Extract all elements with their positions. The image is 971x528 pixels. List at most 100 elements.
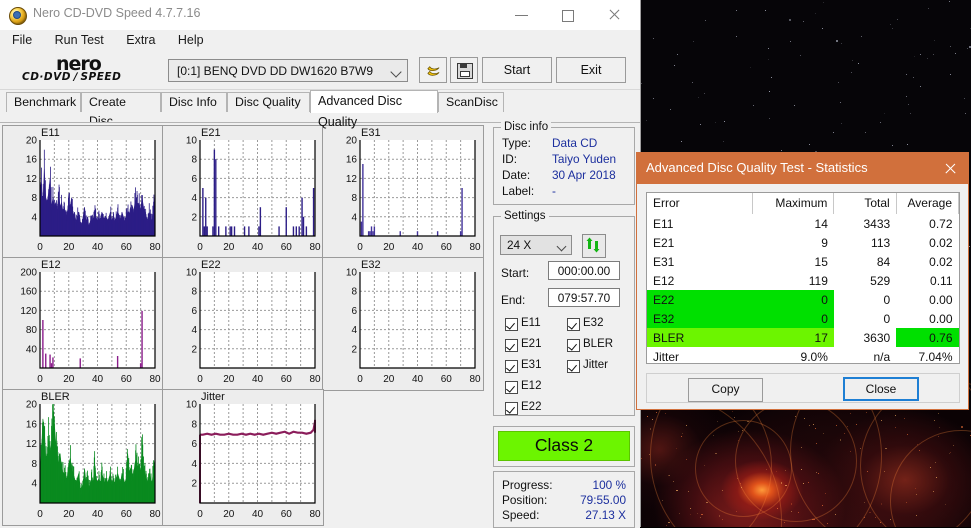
statistics-footer: Copy Close	[646, 373, 960, 403]
nebula-star	[776, 471, 777, 472]
chart-canvas: 246810020406080	[323, 258, 483, 390]
tab-benchmark[interactable]: Benchmark	[6, 92, 81, 112]
maximize-icon[interactable]	[545, 0, 591, 30]
svg-text:16: 16	[26, 155, 38, 166]
window-titlebar: Nero CD-DVD Speed 4.7.7.16	[0, 0, 640, 30]
checkbox-label: E12	[521, 380, 541, 392]
disc-speed-icon-button[interactable]	[419, 57, 447, 83]
nebula-star	[827, 523, 828, 524]
star	[927, 58, 928, 59]
chart-title: Jitter	[201, 391, 225, 403]
star	[965, 113, 966, 114]
disc-id-value: Taiyo Yuden	[552, 152, 616, 166]
cell-maximum: 119	[753, 271, 834, 290]
tab-scandisc[interactable]: ScanDisc	[438, 92, 504, 112]
nebula-star	[907, 434, 908, 435]
menu-item-file[interactable]: File	[8, 30, 41, 49]
svg-text:6: 6	[191, 306, 197, 317]
star	[858, 63, 859, 64]
copy-button[interactable]: Copy	[688, 378, 763, 402]
tab-create-disc[interactable]: Create Disc	[81, 92, 161, 112]
svg-text:8: 8	[191, 419, 197, 430]
disc-date-value: 30 Apr 2018	[552, 168, 616, 182]
refresh-button[interactable]	[582, 234, 606, 258]
svg-text:4: 4	[31, 212, 37, 223]
nebula-star	[935, 462, 936, 463]
settings-group: Settings 24 X Start: 000:00.00 End:	[493, 216, 635, 416]
tab-disc-info[interactable]: Disc Info	[161, 92, 227, 112]
tab-advanced-disc-quality[interactable]: Advanced Disc Quality	[310, 90, 438, 113]
drive-select[interactable]: [0:1] BENQ DVD DD DW1620 B7W9	[168, 59, 408, 82]
nebula-star	[673, 481, 674, 482]
disc-info-group: Disc info Type: Data CD ID: Taiyo Yuden …	[493, 127, 635, 205]
cell-error: E21	[647, 233, 753, 252]
chart-canvas: 48121620020406080	[323, 126, 483, 258]
start-time-input[interactable]: 000:00.00	[548, 261, 620, 280]
disc-id-label: ID:	[502, 152, 517, 166]
disc-label-value: -	[552, 184, 556, 198]
chart-e21: E21246810020406080	[162, 125, 324, 259]
star	[914, 56, 915, 57]
star	[781, 150, 782, 151]
nebula-star	[781, 482, 782, 484]
tab-disc-quality[interactable]: Disc Quality	[227, 92, 310, 112]
nebula-image	[640, 410, 971, 527]
close-icon[interactable]	[932, 153, 968, 184]
menu-item-extra[interactable]: Extra	[122, 30, 164, 49]
svg-text:8: 8	[351, 287, 357, 298]
star	[803, 21, 804, 22]
svg-text:40: 40	[26, 344, 38, 355]
svg-text:60: 60	[121, 509, 133, 520]
logo-line-2: CD·DVD ∕ SPEED	[22, 71, 121, 83]
svg-text:60: 60	[441, 374, 453, 385]
progress-value: 100 %	[593, 478, 626, 492]
cell-average: 0.72	[896, 214, 958, 233]
menu-item-help[interactable]: Help	[174, 30, 213, 49]
disc-speed-icon	[426, 63, 441, 78]
nero-main-window: Nero CD-DVD Speed 4.7.7.16 File Run Test…	[0, 0, 641, 527]
checkbox-box	[505, 360, 518, 373]
save-button[interactable]	[450, 57, 478, 83]
star	[768, 48, 769, 49]
checkbox-label: E31	[521, 359, 541, 371]
nebula-star	[812, 519, 813, 520]
svg-text:4: 4	[191, 325, 197, 336]
star	[913, 77, 914, 78]
chart-canvas: 246810020406080	[163, 390, 323, 525]
star	[815, 13, 816, 14]
star	[653, 98, 654, 99]
cell-average: 0.00	[896, 309, 958, 328]
start-button[interactable]: Start	[482, 57, 552, 83]
nebula-star	[798, 512, 799, 513]
star	[897, 19, 898, 20]
statistics-dialog: Advanced Disc Quality Test - Statistics …	[636, 152, 969, 410]
close-icon[interactable]	[591, 0, 637, 30]
star	[698, 97, 699, 98]
star	[700, 124, 701, 125]
star	[641, 83, 642, 84]
end-time-input[interactable]: 079:57.70	[548, 288, 620, 307]
svg-text:20: 20	[346, 136, 358, 147]
svg-text:20: 20	[223, 509, 235, 520]
nebula-star	[836, 425, 837, 426]
minimize-icon[interactable]	[499, 0, 545, 30]
nebula-star	[766, 469, 767, 470]
nebula-star	[938, 413, 939, 414]
nebula-star	[822, 505, 823, 506]
chart-jitter: Jitter246810020406080	[162, 389, 324, 526]
start-time-label: Start:	[501, 266, 529, 280]
svg-text:0: 0	[197, 374, 203, 385]
cell-maximum: 0	[753, 309, 834, 328]
chart-title: E22	[201, 259, 221, 271]
svg-text:2: 2	[191, 212, 197, 223]
checkbox-label: BLER	[583, 338, 613, 350]
nebula-star	[713, 435, 714, 436]
table-row: E22000.00	[647, 290, 959, 309]
exit-button[interactable]: Exit	[556, 57, 626, 83]
cell-total: 84	[834, 252, 896, 271]
speed-select[interactable]: 24 X	[500, 235, 572, 255]
nebula-star	[885, 448, 887, 449]
menu-item-runtest[interactable]: Run Test	[51, 30, 113, 49]
star	[823, 2, 824, 3]
close-button[interactable]: Close	[843, 377, 919, 401]
